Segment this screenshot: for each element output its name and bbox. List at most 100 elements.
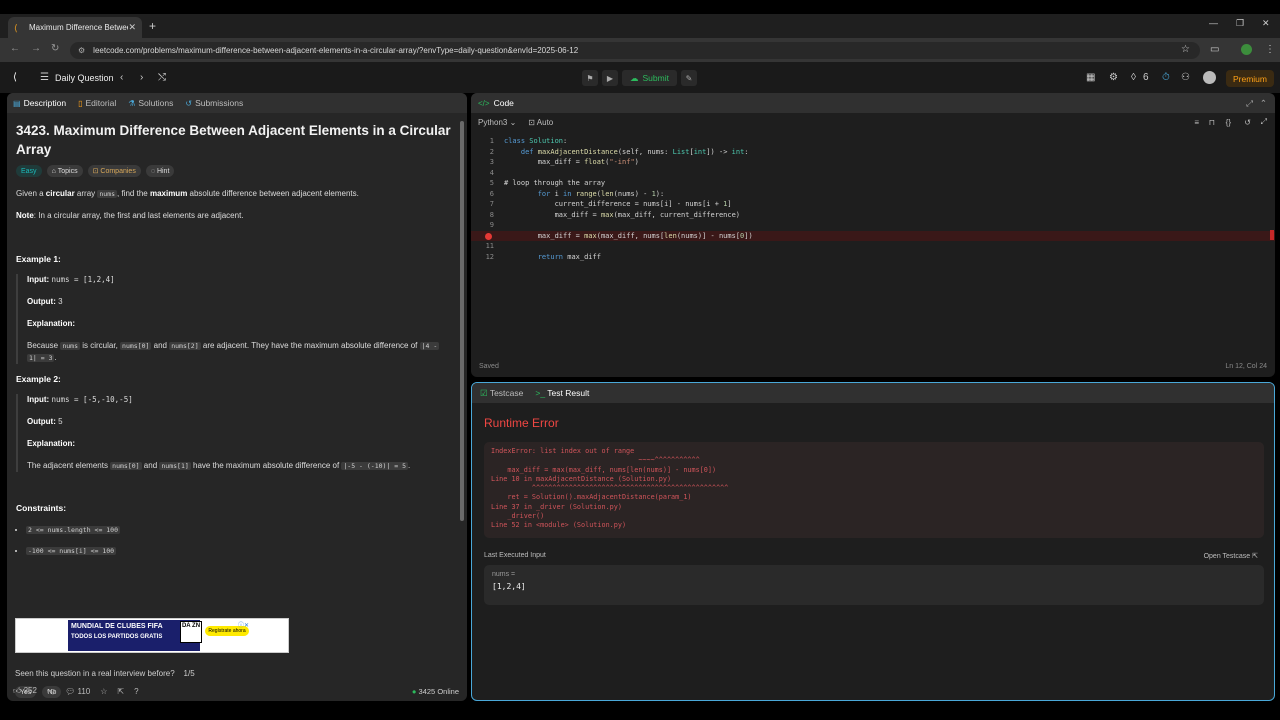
submissions-icon: ↺ (185, 99, 193, 108)
shuffle-icon[interactable]: ⤭ (158, 72, 166, 83)
code-line: 6 for i in range(len(nums) - 1): (489, 189, 665, 198)
submit-label: Submit (642, 73, 669, 83)
premium-button[interactable]: Premium (1226, 70, 1274, 87)
code-line: 8 max_diff = max(max_diff, current_diffe… (489, 210, 741, 219)
solutions-icon: ⚗ (128, 99, 136, 108)
companies-button[interactable]: ⊡ Companies (87, 165, 141, 177)
tab-submissions[interactable]: ↺ Submissions (185, 98, 243, 108)
ad-close-icon[interactable]: ⓘ✕ (238, 620, 249, 629)
code-line: 1 class Solution: (489, 137, 568, 145)
like-button[interactable]: 👍︎ 252 (13, 686, 37, 696)
format-icon[interactable]: ≡ (1194, 118, 1199, 127)
hint-button[interactable]: ◌ Hint (145, 165, 175, 177)
description-panel: ▤ Description ▯ Editorial ⚗ Solutions ↺ Subm… (7, 93, 467, 701)
lock-icon: ⊡ (528, 117, 537, 127)
collapse-icon[interactable]: ⌃ (1260, 98, 1267, 109)
cast-icon[interactable]: ▭ (1210, 44, 1219, 55)
favorite-star-icon[interactable]: ☆ (100, 687, 107, 696)
runtime-error-title: Runtime Error (484, 416, 559, 430)
interview-count: 1/5 (183, 669, 195, 678)
difficulty-badge: Easy (16, 165, 42, 177)
share-icon[interactable]: ⇱ (117, 687, 124, 696)
help-icon[interactable]: ? (134, 687, 138, 696)
url-text: leetcode.com/problems/maximum-difference… (93, 46, 579, 55)
interview-question: Seen this question in a real interview b… (15, 669, 195, 678)
example-1-heading: Example 1: (16, 254, 61, 264)
site-info-icon[interactable]: ⚙ (78, 46, 85, 55)
comments-button[interactable]: 💬︎ 110 (65, 687, 90, 696)
tab-description[interactable]: ▤ Description (13, 98, 66, 108)
tab-testcase[interactable]: ☑ Testcase (480, 388, 523, 399)
user-avatar[interactable] (1203, 71, 1216, 84)
browser-tab-bar (0, 14, 1280, 38)
minimize-icon[interactable]: — (1209, 18, 1218, 28)
comment-icon: 💬︎ (65, 686, 78, 696)
daily-question-title[interactable]: Daily Question (55, 73, 114, 83)
code-line: 5 # loop through the array (489, 179, 606, 187)
bookmark-star-icon[interactable]: ☆ (1181, 44, 1190, 55)
new-tab-button[interactable]: + (149, 19, 156, 33)
topics-button[interactable]: ⌂ Topics (46, 165, 83, 177)
dislike-icon[interactable]: 👎︎ (47, 686, 55, 696)
online-count: ● 3425 Online (411, 687, 459, 696)
thumbs-up-icon: 👍︎ (13, 686, 24, 695)
streak-fire-icon[interactable]: ◊ (1131, 72, 1136, 83)
code-editor[interactable]: 1 class Solution: 2 def maxAdjacentDistan… (471, 136, 1275, 356)
browser-menu-icon[interactable]: ⋮ (1265, 44, 1275, 55)
error-marker-icon (485, 232, 492, 240)
example-1: Input: nums = [1,2,4] Output: 3 Explanat… (16, 274, 458, 364)
fullscreen-icon[interactable]: ⤢ (1261, 117, 1267, 127)
description-scrollbar[interactable] (460, 121, 464, 521)
advertisement[interactable]: MUNDIAL DE CLUBES FIFA TODOS LOS PARTIDOS… (15, 618, 289, 653)
dazn-logo: DA ZN (180, 621, 202, 643)
back-icon[interactable]: ← (10, 43, 20, 54)
window-close-icon[interactable]: ✕ (1262, 18, 1270, 29)
editorial-icon: ▯ (78, 99, 83, 108)
close-tab-icon[interactable]: ✕ (128, 22, 136, 33)
tab-editorial[interactable]: ▯ Editorial (78, 98, 116, 108)
profile-avatar-icon[interactable] (1241, 44, 1252, 55)
reset-icon[interactable]: ↺ (1244, 118, 1251, 127)
timer-icon[interactable]: ⏱ (1162, 72, 1170, 83)
reload-icon[interactable]: ↻ (51, 43, 59, 54)
add-friend-icon[interactable]: ⚇ (1181, 72, 1190, 83)
run-button[interactable]: ▶ (602, 70, 618, 86)
settings-gear-icon[interactable]: ⚙ (1109, 72, 1118, 83)
code-line: 11 (485, 242, 494, 250)
auto-mode[interactable]: ⊡ Auto (528, 118, 553, 127)
open-testcase-button[interactable]: Open Testcase ⇱ (1204, 552, 1258, 560)
layout-icon[interactable]: ▦ (1086, 72, 1095, 83)
problem-list-icon[interactable]: ☰ (40, 72, 49, 83)
language-select[interactable]: Python3 ⌄ (478, 118, 516, 127)
maximize-icon[interactable]: ❐ (1236, 18, 1244, 29)
url-bar[interactable]: ⚙ leetcode.com/problems/maximum-differen… (70, 42, 1200, 59)
example-2: Input: nums = [-5,-10,-5] Output: 5 Expl… (16, 394, 458, 472)
last-executed-input-label: Last Executed Input (484, 552, 546, 559)
lock-icon: ⊡ (92, 168, 101, 175)
code-line: 12 return max_diff (485, 252, 601, 261)
left-footer: 👍︎ 252 👎︎ 💬︎ 110 ☆ ⇱ ? ● 3425 Online (7, 681, 467, 701)
problem-statement: Given a circular array nums, find the ma… (16, 189, 359, 198)
bookmark-icon[interactable]: ⊓ (1209, 118, 1215, 127)
braces-icon[interactable]: {} (1226, 118, 1231, 127)
checkbox-icon: ☑ (480, 387, 490, 398)
code-icon: </> (478, 98, 490, 108)
left-tabs: ▤ Description ▯ Editorial ⚗ Solutions ↺ Subm… (7, 93, 467, 113)
next-problem-icon[interactable]: › (140, 72, 143, 83)
browser-tab[interactable]: ⟨ Maximum Difference Between ✕ (8, 17, 142, 38)
tab-title: Maximum Difference Between (29, 23, 129, 32)
prev-problem-icon[interactable]: ‹ (120, 72, 123, 83)
submit-button[interactable]: ☁ Submit (622, 70, 677, 86)
list-item: 2 <= nums.length <= 100 (26, 524, 458, 536)
tab-test-result[interactable]: >_ Test Result (535, 388, 589, 398)
forward-icon[interactable]: → (31, 43, 41, 54)
leetcode-logo-icon[interactable]: ⟨ (13, 72, 17, 83)
tab-solutions[interactable]: ⚗ Solutions (128, 98, 173, 108)
streak-count: 6 (1143, 72, 1149, 83)
expand-icon[interactable]: ⤢ (1246, 98, 1253, 109)
terminal-icon: >_ (535, 388, 548, 398)
external-link-icon: ⇱ (1252, 553, 1258, 560)
code-line: 7 current_difference = nums[i] - nums[i … (489, 200, 732, 208)
notes-icon[interactable]: ✎ (680, 70, 697, 86)
debug-icon[interactable]: ⚑ (582, 70, 598, 86)
